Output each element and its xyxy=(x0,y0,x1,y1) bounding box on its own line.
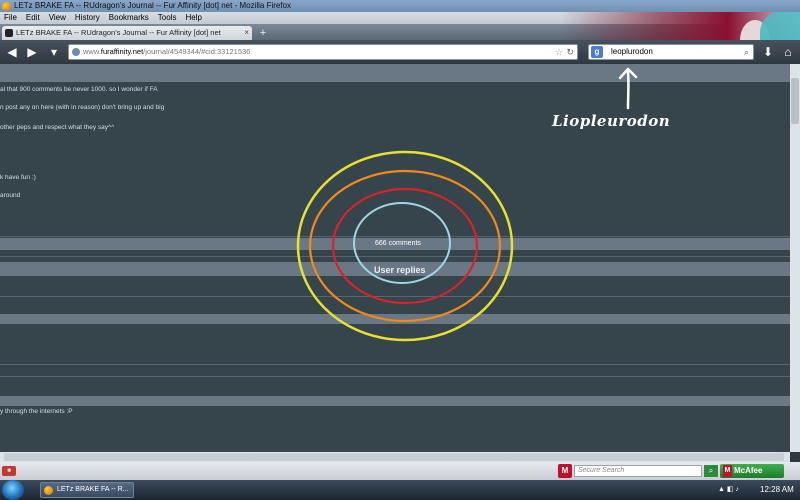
firefox-icon xyxy=(44,486,53,495)
header-strip xyxy=(0,64,790,82)
tab-journal[interactable]: LETz BRAKE FA -- RUdragon's Journal -- F… xyxy=(2,26,252,40)
secure-search-go-icon[interactable]: ⌕ xyxy=(704,465,718,477)
tab-bar: LETz BRAKE FA -- RUdragon's Journal -- F… xyxy=(0,24,800,40)
user-replies-text: User replies xyxy=(374,265,426,275)
address-bar[interactable]: www.furaffinity.net/journal/4549344/#cid… xyxy=(68,44,578,60)
taskbar-clock[interactable]: 12:28 AM xyxy=(760,485,794,494)
taskbar-firefox-window[interactable]: LETz BRAKE FA -- R... xyxy=(40,482,134,498)
search-value: leoplurodon xyxy=(611,47,653,56)
history-dropdown-icon[interactable]: ▾ xyxy=(46,44,62,60)
divider xyxy=(0,376,790,377)
addon-bar: ■ M Secure Search ⌕ McAfee xyxy=(0,462,800,480)
bookmark-star-icon[interactable]: ☆ xyxy=(555,45,563,59)
menu-bar: File Edit View History Bookmarks Tools H… xyxy=(0,12,800,24)
horizontal-scrollbar[interactable] xyxy=(0,452,790,462)
url-domain: furaffinity.net xyxy=(100,47,144,56)
menu-tools[interactable]: Tools xyxy=(154,12,182,24)
mcafee-site-advisor-button[interactable]: McAfee xyxy=(720,464,784,478)
url-prefix: www. xyxy=(83,47,101,56)
comments-count-text: 666 comments xyxy=(375,240,421,247)
annotation-rings xyxy=(296,150,514,342)
home-icon[interactable]: ⌂ xyxy=(780,44,796,60)
furaffinity-favicon-icon xyxy=(5,29,13,37)
menu-bookmarks[interactable]: Bookmarks xyxy=(105,12,154,24)
menu-history[interactable]: History xyxy=(71,12,105,24)
comment-line: y through the internets :P xyxy=(0,408,73,415)
download-icon[interactable]: ⬇ xyxy=(760,44,776,60)
tab-close-icon[interactable]: × xyxy=(244,26,249,40)
desktop: LETz BRAKE FA -- RUdragon's Journal -- F… xyxy=(0,0,800,500)
annotation-arrow-icon xyxy=(618,67,638,110)
navigation-toolbar: ◀ ▶ ▾ www.furaffinity.net/journal/454934… xyxy=(0,40,800,64)
refresh-icon[interactable]: ↻ xyxy=(566,45,574,59)
new-tab-button[interactable]: + xyxy=(256,27,270,39)
firefox-icon xyxy=(2,2,11,11)
back-icon[interactable]: ◀ xyxy=(4,44,20,60)
menu-view[interactable]: View xyxy=(45,12,71,24)
search-input[interactable]: g leoplurodon ⌕ xyxy=(588,44,754,60)
comment-line: k have fun :) xyxy=(0,174,36,181)
site-identity-icon[interactable] xyxy=(72,48,80,56)
comment-line: around xyxy=(0,192,21,199)
horizontal-scroll-thumb[interactable] xyxy=(4,453,784,461)
comment-line: n post any on here (with in reason) don'… xyxy=(0,104,165,111)
mcafee-shield-icon[interactable]: M xyxy=(558,464,572,478)
menu-edit[interactable]: Edit xyxy=(22,12,45,24)
system-tray-icons[interactable]: ▲ ◧ ♪ xyxy=(718,485,739,493)
menu-file[interactable]: File xyxy=(0,12,22,24)
menu-help[interactable]: Help xyxy=(181,12,206,24)
annotation-label: Liopleurodon xyxy=(552,112,671,130)
windows-taskbar: LETz BRAKE FA -- R... ▲ ◧ ♪ 12:28 AM xyxy=(0,480,800,500)
forward-icon[interactable]: ▶ xyxy=(24,44,40,60)
window-title: LETz BRAKE FA -- RUdragon's Journal -- F… xyxy=(14,1,292,10)
google-engine-icon[interactable]: g xyxy=(591,46,603,58)
secure-search-input[interactable]: Secure Search xyxy=(574,465,702,477)
addon-badge-icon[interactable]: ■ xyxy=(2,466,16,476)
comment-line: other peps and respect what they say^^ xyxy=(0,124,115,131)
vertical-scroll-thumb[interactable] xyxy=(791,78,799,124)
url-path: /journal/4549344/#cid:33121536 xyxy=(143,47,251,56)
task-label: LETz BRAKE FA -- R... xyxy=(57,486,129,493)
start-button[interactable] xyxy=(2,480,24,500)
search-icon[interactable]: ⌕ xyxy=(744,45,749,59)
tab-label: LETz BRAKE FA -- RUdragon's Journal -- F… xyxy=(16,28,221,37)
vertical-scrollbar[interactable] xyxy=(790,64,800,452)
window-titlebar[interactable]: LETz BRAKE FA -- RUdragon's Journal -- F… xyxy=(0,0,800,12)
mcafee-label: McAfee xyxy=(734,466,763,475)
comment-line: al that 900 comments be never 1000. so I… xyxy=(0,86,158,93)
comment-header-strip xyxy=(0,396,790,406)
divider xyxy=(0,364,790,365)
secure-search-placeholder: Secure Search xyxy=(578,467,625,474)
